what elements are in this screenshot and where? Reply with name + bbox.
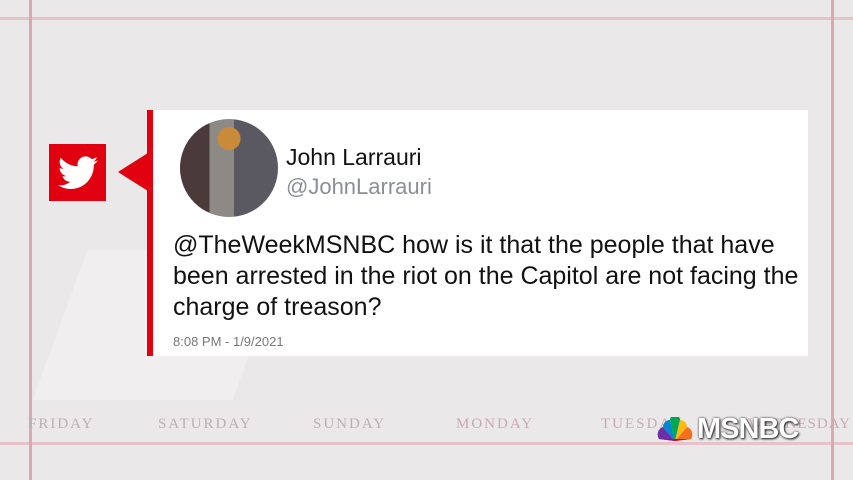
peacock-icon [657,416,693,441]
background-line [0,17,853,20]
tweet-timestamp: 8:08 PM - 1/9/2021 [173,334,284,349]
tweet-author-handle: @JohnLarrauri [286,174,432,199]
pointer-arrow [118,153,148,191]
tweet-author-name: John Larrauri [286,144,422,170]
background-line [29,0,32,480]
twitter-icon-box [49,144,106,201]
tweet-text: @TheWeekMSNBC how is it that the people … [173,231,799,321]
background-line [831,0,834,480]
tweet-card: John Larrauri @JohnLarrauri @TheWeekMSNB… [147,110,808,356]
msnbc-wordmark: MSNBC [697,413,799,445]
day-label: SUNDAY [313,416,387,432]
msnbc-logo: MSNBC [655,413,799,446]
day-label: MONDAY [456,416,535,432]
avatar [180,119,278,217]
day-label: FRIDAY [28,416,95,432]
twitter-bird-icon [57,155,98,189]
day-label: SATURDAY [158,416,253,432]
